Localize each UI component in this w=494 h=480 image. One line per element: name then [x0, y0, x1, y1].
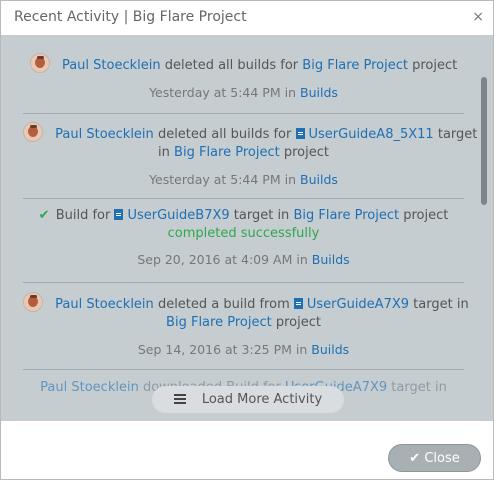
dialog-titlebar: Recent Activity | Big Flare Project × [1, 1, 493, 35]
in-text: in [158, 145, 170, 160]
action-text: deleted all builds for [157, 127, 292, 142]
target-word: target [437, 127, 478, 142]
activity-item: ✔ Build for UserGuideB7X9 target in Big … [23, 207, 464, 269]
avatar [23, 122, 43, 142]
divider [23, 113, 464, 114]
suffix-text: project [403, 208, 449, 223]
actor-link[interactable]: Paul Stoecklein [62, 58, 161, 73]
file-icon [293, 298, 303, 309]
timestamp: Sep 20, 2016 at 4:09 AM [137, 252, 293, 267]
activity-item: Paul Stoecklein deleted all builds for B… [23, 53, 464, 102]
timestamp: Sep 14, 2016 at 3:25 PM [137, 342, 292, 357]
suffix-text: project [412, 58, 458, 73]
activity-list[interactable]: Paul Stoecklein deleted all builds for B… [1, 35, 493, 421]
suffix-text: project [275, 315, 321, 330]
project-link[interactable]: Big Flare Project [174, 145, 280, 160]
dialog-footer: ✔ Close [1, 421, 493, 479]
divider [23, 198, 464, 199]
timestamp: Yesterday at 5:44 PM [149, 85, 281, 100]
project-link[interactable]: Big Flare Project [302, 58, 408, 73]
in-text: in [284, 85, 297, 100]
check-icon: ✔ [409, 451, 421, 466]
in-text: in [296, 252, 308, 267]
target-name: UserGuideA7X9 [306, 297, 410, 312]
actor-link[interactable]: Paul Stoecklein [40, 380, 139, 395]
load-more-label: Load More Activity [201, 392, 323, 407]
file-icon [295, 128, 305, 139]
timestamp: Yesterday at 5:44 PM [149, 172, 281, 187]
actor-link[interactable]: Paul Stoecklein [55, 127, 154, 142]
prefix-text: Build for [55, 208, 111, 223]
avatar [29, 53, 50, 73]
status-text: completed successfully [167, 226, 320, 241]
target-link[interactable]: UserGuideA7X9 [293, 297, 410, 312]
list-icon [173, 394, 186, 404]
builds-link[interactable]: Builds [312, 252, 350, 267]
recent-activity-dialog: Recent Activity | Big Flare Project × Pa… [0, 0, 494, 480]
builds-link[interactable]: Builds [311, 342, 349, 357]
target-word: target in [391, 380, 447, 395]
divider [23, 369, 464, 370]
target-word: target in [413, 297, 469, 312]
target-name: UserGuideB7X9 [127, 208, 230, 223]
activity-item: Paul Stoecklein deleted all builds for U… [23, 122, 477, 189]
close-icon[interactable]: × [472, 9, 484, 25]
builds-link[interactable]: Builds [300, 172, 338, 187]
project-link[interactable]: Big Flare Project [293, 208, 399, 223]
in-text: in [284, 172, 297, 187]
action-text: deleted all builds for [164, 58, 299, 73]
in-text: in [295, 342, 308, 357]
check-icon: ✔ [38, 208, 50, 223]
avatar [23, 292, 43, 312]
load-more-button[interactable]: Load More Activity [152, 386, 344, 413]
target-word: target in [233, 208, 290, 223]
file-icon [114, 209, 124, 220]
target-link[interactable]: UserGuideB7X9 [114, 208, 230, 223]
target-link[interactable]: UserGuideA8_5X11 [295, 127, 434, 142]
suffix-text: project [283, 145, 329, 160]
close-button[interactable]: ✔ Close [388, 444, 481, 472]
activity-item: Paul Stoecklein deleted a build from Use… [23, 292, 469, 359]
scrollbar-thumb[interactable] [481, 77, 487, 205]
divider [23, 282, 464, 283]
action-text: deleted a build from [157, 297, 290, 312]
project-link[interactable]: Big Flare Project [166, 315, 272, 330]
actor-link[interactable]: Paul Stoecklein [55, 297, 154, 312]
dialog-title: Recent Activity | Big Flare Project [14, 9, 247, 25]
target-name: UserGuideA8_5X11 [308, 127, 434, 142]
builds-link[interactable]: Builds [300, 85, 338, 100]
close-button-label: Close [424, 451, 460, 466]
